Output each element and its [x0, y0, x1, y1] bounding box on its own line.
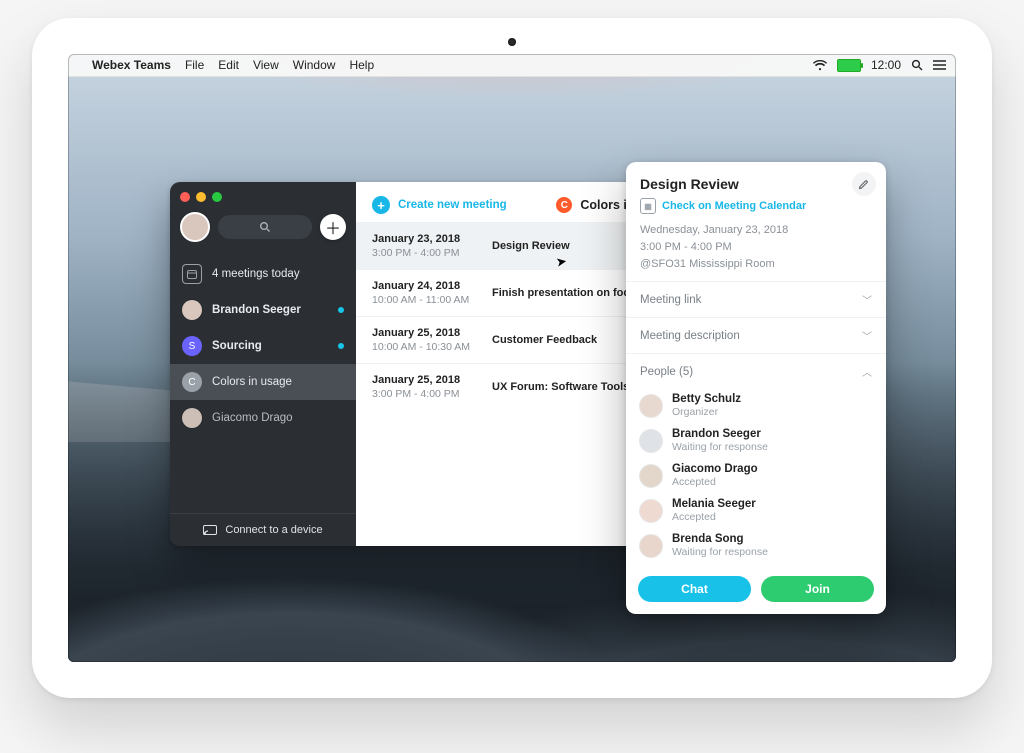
avatar: [640, 500, 662, 522]
person-name: Betty Schulz: [672, 393, 741, 405]
sidebar-item-colors-in-usage[interactable]: C Colors in usage: [170, 364, 356, 400]
battery-icon[interactable]: [837, 59, 861, 72]
calendar-icon: ▦: [640, 198, 656, 214]
avatar: [640, 465, 662, 487]
calendar-icon: [182, 264, 202, 284]
people-list: Betty Schulz Organizer Brandon Seeger Wa…: [626, 389, 886, 568]
avatar: [640, 430, 662, 452]
menubar-view[interactable]: View: [253, 58, 279, 72]
window-controls: [170, 182, 356, 208]
plus-icon: +: [372, 196, 390, 214]
person-row[interactable]: Giacomo Drago Accepted: [640, 463, 872, 488]
menubar-help[interactable]: Help: [349, 58, 374, 72]
sidebar-item-label: Sourcing: [212, 340, 262, 352]
create-meeting-label: Create new meeting: [398, 199, 507, 211]
user-avatar[interactable]: [180, 212, 210, 242]
chevron-down-icon: ﹀: [862, 328, 872, 343]
details-meta: Wednesday, January 23, 2018 3:00 PM - 4:…: [640, 222, 872, 273]
sidebar-item-brandon[interactable]: Brandon Seeger: [170, 292, 356, 328]
cast-icon: [203, 525, 217, 536]
connect-to-device[interactable]: Connect to a device: [170, 513, 356, 546]
chevron-up-icon: ︿: [862, 364, 872, 379]
menubar-clock[interactable]: 12:00: [871, 58, 901, 72]
connect-label: Connect to a device: [225, 524, 322, 536]
pencil-icon: [858, 178, 870, 190]
sidebar-item-label: Colors in usage: [212, 376, 292, 388]
meeting-title: Customer Feedback: [492, 334, 597, 346]
sidebar-item-giacomo[interactable]: Giacomo Drago: [170, 400, 356, 436]
camera-dot: [508, 38, 516, 46]
meeting-when: January 23, 2018 3:00 PM - 4:00 PM: [372, 233, 492, 259]
edit-button[interactable]: [852, 172, 876, 196]
person-row[interactable]: Betty Schulz Organizer: [640, 393, 872, 418]
meeting-when: January 25, 2018 10:00 AM - 10:30 AM: [372, 327, 492, 353]
join-button[interactable]: Join: [761, 576, 874, 602]
meeting-title: Design Review: [492, 240, 570, 252]
sidebar-item-label: Brandon Seeger: [212, 304, 301, 316]
spotlight-search-icon[interactable]: [911, 59, 923, 71]
avatar: [640, 535, 662, 557]
menubar-edit[interactable]: Edit: [218, 58, 239, 72]
mac-menubar: Webex Teams File Edit View Window Help 1…: [68, 54, 956, 77]
meeting-when: January 25, 2018 3:00 PM - 4:00 PM: [372, 374, 492, 400]
create-meeting-button[interactable]: + Create new meeting: [372, 196, 507, 214]
person-row[interactable]: Brandon Seeger Waiting for response: [640, 428, 872, 453]
menubar-window[interactable]: Window: [293, 58, 336, 72]
window-close[interactable]: [180, 192, 190, 202]
desktop-screen: Webex Teams File Edit View Window Help 1…: [68, 54, 956, 662]
person-name: Melania Seeger: [672, 498, 756, 510]
window-zoom[interactable]: [212, 192, 222, 202]
avatar: [182, 300, 202, 320]
section-people[interactable]: People (5) ︿: [626, 353, 886, 389]
calendar-link[interactable]: ▦ Check on Meeting Calendar: [640, 198, 872, 214]
person-name: Giacomo Drago: [672, 463, 758, 475]
search-input[interactable]: [218, 215, 312, 239]
person-status: Accepted: [672, 476, 758, 488]
person-name: Brandon Seeger: [672, 428, 768, 440]
avatar: C: [182, 372, 202, 392]
sidebar-item-label: 4 meetings today: [212, 268, 300, 280]
sidebar-item-sourcing[interactable]: S Sourcing: [170, 328, 356, 364]
unread-dot-icon: [338, 343, 344, 349]
add-button[interactable]: ＋: [320, 214, 346, 240]
avatar: [182, 408, 202, 428]
chat-button[interactable]: Chat: [638, 576, 751, 602]
sidebar: ＋ 4 meetings today Brandon Seeger: [170, 182, 356, 546]
space-badge-icon: C: [556, 197, 572, 213]
search-icon: [259, 221, 271, 233]
section-meeting-description[interactable]: Meeting description ﹀: [626, 317, 886, 353]
chevron-down-icon: ﹀: [862, 292, 872, 307]
details-title: Design Review: [640, 176, 872, 192]
meeting-details-panel: Design Review ▦ Check on Meeting Calenda…: [626, 162, 886, 614]
sidebar-list: 4 meetings today Brandon Seeger S Sourci…: [170, 256, 356, 436]
details-actions: Chat Join: [626, 568, 886, 614]
meeting-when: January 24, 2018 10:00 AM - 11:00 AM: [372, 280, 492, 306]
sidebar-item-label: Giacomo Drago: [212, 412, 293, 424]
avatar: S: [182, 336, 202, 356]
section-meeting-link[interactable]: Meeting link ﹀: [626, 281, 886, 317]
hamburger-icon[interactable]: [933, 60, 946, 70]
sidebar-toprow: ＋: [170, 208, 356, 252]
menubar-app-name[interactable]: Webex Teams: [92, 58, 171, 72]
laptop-frame: Webex Teams File Edit View Window Help 1…: [32, 18, 992, 698]
person-row[interactable]: Brenda Song Waiting for response: [640, 533, 872, 558]
person-status: Organizer: [672, 406, 741, 418]
person-status: Waiting for response: [672, 546, 768, 558]
person-status: Waiting for response: [672, 441, 768, 453]
avatar: [640, 395, 662, 417]
wifi-icon[interactable]: [813, 60, 827, 71]
person-row[interactable]: Melania Seeger Accepted: [640, 498, 872, 523]
sidebar-item-meetings-today[interactable]: 4 meetings today: [170, 256, 356, 292]
unread-dot-icon: [338, 307, 344, 313]
menubar-file[interactable]: File: [185, 58, 204, 72]
person-name: Brenda Song: [672, 533, 768, 545]
person-status: Accepted: [672, 511, 756, 523]
window-minimize[interactable]: [196, 192, 206, 202]
